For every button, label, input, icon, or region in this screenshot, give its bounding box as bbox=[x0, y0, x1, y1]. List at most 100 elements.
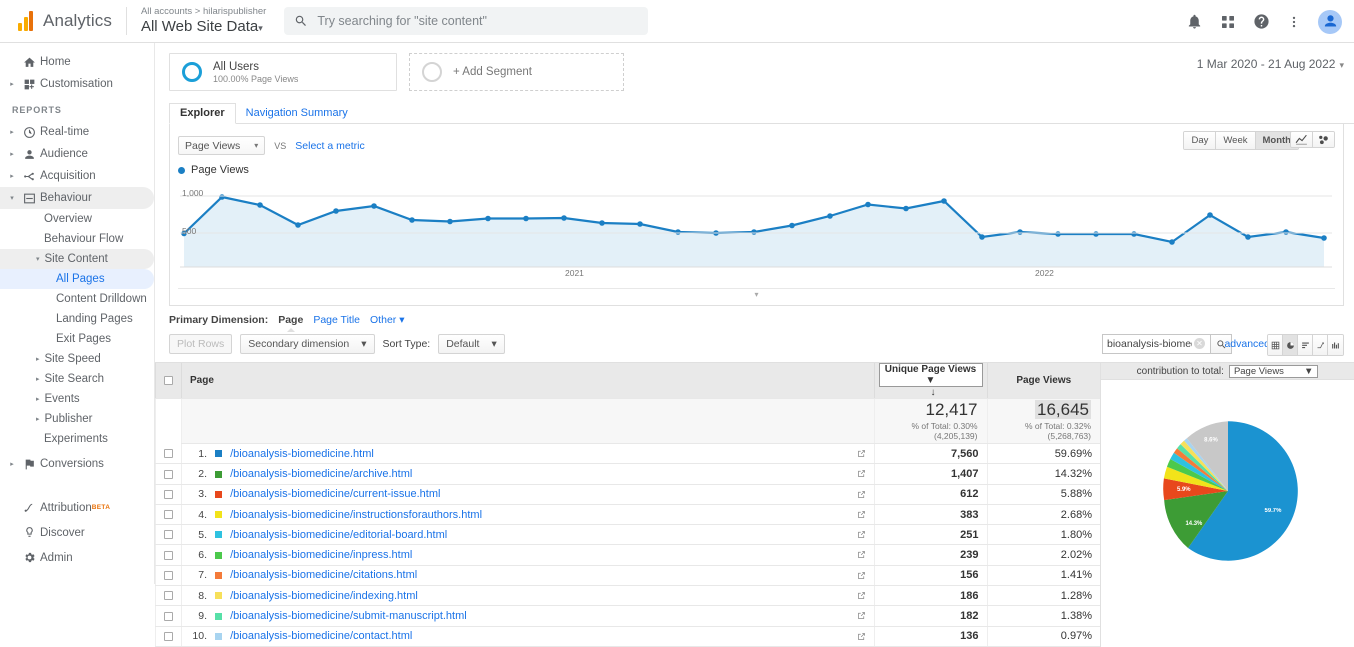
advanced-link[interactable]: advanced bbox=[1224, 338, 1270, 350]
sidebar-item-landing-pages[interactable]: Landing Pages bbox=[0, 309, 154, 329]
sidebar-item-site-speed[interactable]: ▸ Site Speed bbox=[0, 349, 154, 369]
open-external-icon[interactable] bbox=[857, 490, 866, 502]
date-range-picker[interactable]: 1 Mar 2020 - 21 Aug 2022 ▾ bbox=[1197, 57, 1344, 72]
select-all-header[interactable] bbox=[155, 363, 182, 399]
open-external-icon[interactable] bbox=[857, 591, 866, 603]
open-external-icon[interactable] bbox=[857, 611, 866, 623]
row-checkbox-cell[interactable] bbox=[155, 504, 182, 526]
tab-navigation-summary[interactable]: Navigation Summary bbox=[236, 104, 358, 123]
tab-explorer[interactable]: Explorer bbox=[169, 103, 236, 124]
row-page-link[interactable]: /bioanalysis-biomedicine/instructionsfor… bbox=[230, 509, 482, 521]
help-icon[interactable] bbox=[1253, 13, 1270, 30]
pie-view-icon[interactable] bbox=[1283, 335, 1298, 355]
sidebar-item-admin[interactable]: Admin bbox=[0, 545, 154, 570]
segment-all-users[interactable]: All Users 100.00% Page Views bbox=[169, 53, 397, 91]
table-row[interactable]: 8. /bioanalysis-biomedicine/indexing.htm… bbox=[155, 585, 1100, 607]
open-external-icon[interactable] bbox=[857, 449, 866, 461]
sidebar-item-events[interactable]: ▸ Events bbox=[0, 389, 154, 409]
row-checkbox-cell[interactable] bbox=[155, 484, 182, 505]
open-external-icon[interactable] bbox=[857, 530, 866, 542]
avatar[interactable] bbox=[1318, 9, 1342, 34]
line-chart[interactable]: 1,000 500 2021 2022 bbox=[170, 182, 1343, 282]
open-external-icon[interactable] bbox=[857, 632, 866, 644]
sidebar-item-behaviour-flow[interactable]: Behaviour Flow bbox=[0, 229, 154, 249]
granularity-day[interactable]: Day bbox=[1184, 132, 1217, 149]
row-checkbox[interactable] bbox=[164, 631, 173, 641]
row-checkbox[interactable] bbox=[164, 469, 173, 479]
row-page-link[interactable]: /bioanalysis-biomedicine/contact.html bbox=[230, 630, 412, 642]
pie-chart[interactable]: 59.7% 14.3% 5.9% 8.6% bbox=[1101, 380, 1354, 580]
dimension-page-title[interactable]: Page Title bbox=[313, 314, 360, 326]
row-page-link[interactable]: /bioanalysis-biomedicine/indexing.html bbox=[230, 590, 418, 602]
bell-icon[interactable] bbox=[1186, 13, 1203, 30]
row-checkbox-cell[interactable] bbox=[155, 443, 182, 465]
select-metric-link[interactable]: Select a metric bbox=[295, 140, 364, 152]
plot-rows-button[interactable]: Plot Rows bbox=[169, 334, 233, 354]
sidebar-item-real-time[interactable]: ▸ Real-time bbox=[0, 121, 154, 143]
table-row[interactable]: 2. /bioanalysis-biomedicine/archive.html… bbox=[155, 463, 1100, 485]
sidebar-item-acquisition[interactable]: ▸ Acquisition bbox=[0, 165, 154, 187]
dimension-other[interactable]: Other ▾ bbox=[370, 314, 404, 326]
row-page-link[interactable]: /bioanalysis-biomedicine/submit-manuscri… bbox=[230, 610, 467, 622]
granularity-week[interactable]: Week bbox=[1216, 132, 1256, 149]
row-checkbox-cell[interactable] bbox=[155, 626, 182, 647]
dimension-page[interactable]: Page bbox=[278, 314, 303, 332]
sidebar-item-publisher[interactable]: ▸ Publisher bbox=[0, 409, 154, 429]
sidebar-item-overview[interactable]: Overview bbox=[0, 209, 154, 229]
table-row[interactable]: 4. /bioanalysis-biomedicine/instructions… bbox=[155, 504, 1100, 526]
comparison-view-icon[interactable] bbox=[1313, 335, 1328, 355]
sort-type-select[interactable]: Default ▾ bbox=[438, 334, 505, 354]
row-checkbox[interactable] bbox=[164, 550, 173, 560]
row-checkbox[interactable] bbox=[164, 530, 173, 540]
sidebar-item-site-content[interactable]: ▾ Site Content bbox=[0, 249, 154, 269]
row-checkbox[interactable] bbox=[164, 489, 173, 499]
row-page-link[interactable]: /bioanalysis-biomedicine/current-issue.h… bbox=[230, 488, 440, 500]
sidebar-item-conversions[interactable]: ▸ Conversions bbox=[0, 453, 154, 475]
open-external-icon[interactable] bbox=[857, 571, 866, 583]
row-checkbox[interactable] bbox=[164, 571, 173, 581]
header-page[interactable]: Page bbox=[181, 363, 874, 399]
row-checkbox-cell[interactable] bbox=[155, 565, 182, 587]
table-row[interactable]: 6. /bioanalysis-biomedicine/inpress.html… bbox=[155, 544, 1100, 566]
search-input[interactable]: Try searching for "site content" bbox=[284, 7, 649, 35]
chart-scroll-handle[interactable]: ▾ bbox=[178, 288, 1335, 300]
table-view-icon[interactable] bbox=[1268, 335, 1283, 355]
sidebar-item-all-pages[interactable]: All Pages bbox=[0, 269, 154, 289]
apps-grid-icon[interactable] bbox=[1220, 14, 1236, 30]
line-chart-icon[interactable] bbox=[1291, 132, 1313, 147]
more-vert-icon[interactable] bbox=[1287, 14, 1301, 30]
secondary-dimension-button[interactable]: Secondary dimension ▾ bbox=[240, 334, 375, 354]
sidebar-item-customisation[interactable]: ▸ Customisation bbox=[0, 73, 154, 95]
table-row[interactable]: 1. /bioanalysis-biomedicine.html 7,560 5… bbox=[155, 443, 1100, 465]
add-segment-button[interactable]: + Add Segment bbox=[409, 53, 624, 91]
metric-selector[interactable]: Page Views ▾ bbox=[178, 136, 266, 155]
row-checkbox-cell[interactable] bbox=[155, 463, 182, 485]
open-external-icon[interactable] bbox=[857, 469, 866, 481]
row-checkbox-cell[interactable] bbox=[155, 524, 182, 546]
row-checkbox[interactable] bbox=[164, 510, 173, 520]
motion-chart-icon[interactable] bbox=[1313, 132, 1334, 147]
sidebar-item-home[interactable]: Home bbox=[0, 51, 154, 73]
sidebar-item-experiments[interactable]: Experiments bbox=[0, 429, 154, 449]
table-row[interactable]: 10. /bioanalysis-biomedicine/contact.htm… bbox=[155, 626, 1100, 647]
row-page-link[interactable]: /bioanalysis-biomedicine/editorial-board… bbox=[230, 529, 447, 541]
pivot-view-icon[interactable] bbox=[1328, 335, 1343, 355]
sidebar-item-behaviour[interactable]: ▾ Behaviour bbox=[0, 187, 154, 209]
sidebar-item-exit-pages[interactable]: Exit Pages bbox=[0, 329, 154, 349]
sidebar-item-attribution[interactable]: Attribution BETA bbox=[0, 495, 154, 520]
table-row[interactable]: 3. /bioanalysis-biomedicine/current-issu… bbox=[155, 484, 1100, 505]
open-external-icon[interactable] bbox=[857, 510, 866, 522]
table-row[interactable]: 5. /bioanalysis-biomedicine/editorial-bo… bbox=[155, 524, 1100, 546]
sidebar-item-site-search[interactable]: ▸ Site Search bbox=[0, 369, 154, 389]
table-row[interactable]: 9. /bioanalysis-biomedicine/submit-manus… bbox=[155, 605, 1100, 627]
row-checkbox[interactable] bbox=[164, 611, 173, 621]
performance-view-icon[interactable] bbox=[1298, 335, 1313, 355]
row-checkbox[interactable] bbox=[164, 448, 173, 458]
sidebar-item-discover[interactable]: Discover bbox=[0, 520, 154, 545]
row-checkbox[interactable] bbox=[164, 591, 173, 601]
select-all-checkbox[interactable] bbox=[164, 375, 173, 385]
row-checkbox-cell[interactable] bbox=[155, 605, 182, 627]
sidebar-item-audience[interactable]: ▸ Audience bbox=[0, 143, 154, 165]
row-checkbox-cell[interactable] bbox=[155, 544, 182, 566]
clear-search-icon[interactable]: ✕ bbox=[1194, 338, 1205, 349]
